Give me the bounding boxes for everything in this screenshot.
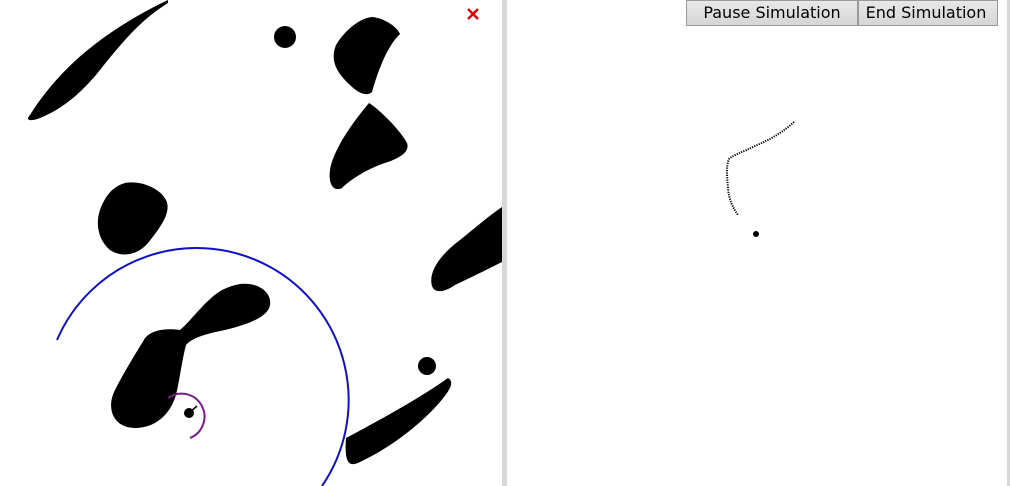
trajectory-path xyxy=(726,121,795,216)
obstacle xyxy=(431,207,502,292)
obstacle xyxy=(345,378,452,465)
world-view xyxy=(0,0,502,486)
current-position-marker xyxy=(753,231,759,237)
obstacle xyxy=(28,0,168,121)
obstacle xyxy=(418,357,436,375)
obstacle xyxy=(111,283,271,428)
trajectory-canvas xyxy=(726,121,795,237)
end-simulation-button[interactable]: End Simulation xyxy=(858,0,998,26)
trajectory-view xyxy=(507,0,1007,486)
close-icon[interactable] xyxy=(466,7,480,21)
simulation-window: Pause Simulation End Simulation xyxy=(0,0,1010,486)
obstacle xyxy=(333,17,400,95)
obstacle xyxy=(329,103,408,190)
world-canvas xyxy=(28,0,502,486)
sensor-range-arc xyxy=(56,247,350,486)
obstacle xyxy=(274,26,296,48)
obstacle xyxy=(97,182,168,255)
simulation-toolbar: Pause Simulation End Simulation xyxy=(686,0,998,26)
pause-simulation-button[interactable]: Pause Simulation xyxy=(686,0,858,26)
